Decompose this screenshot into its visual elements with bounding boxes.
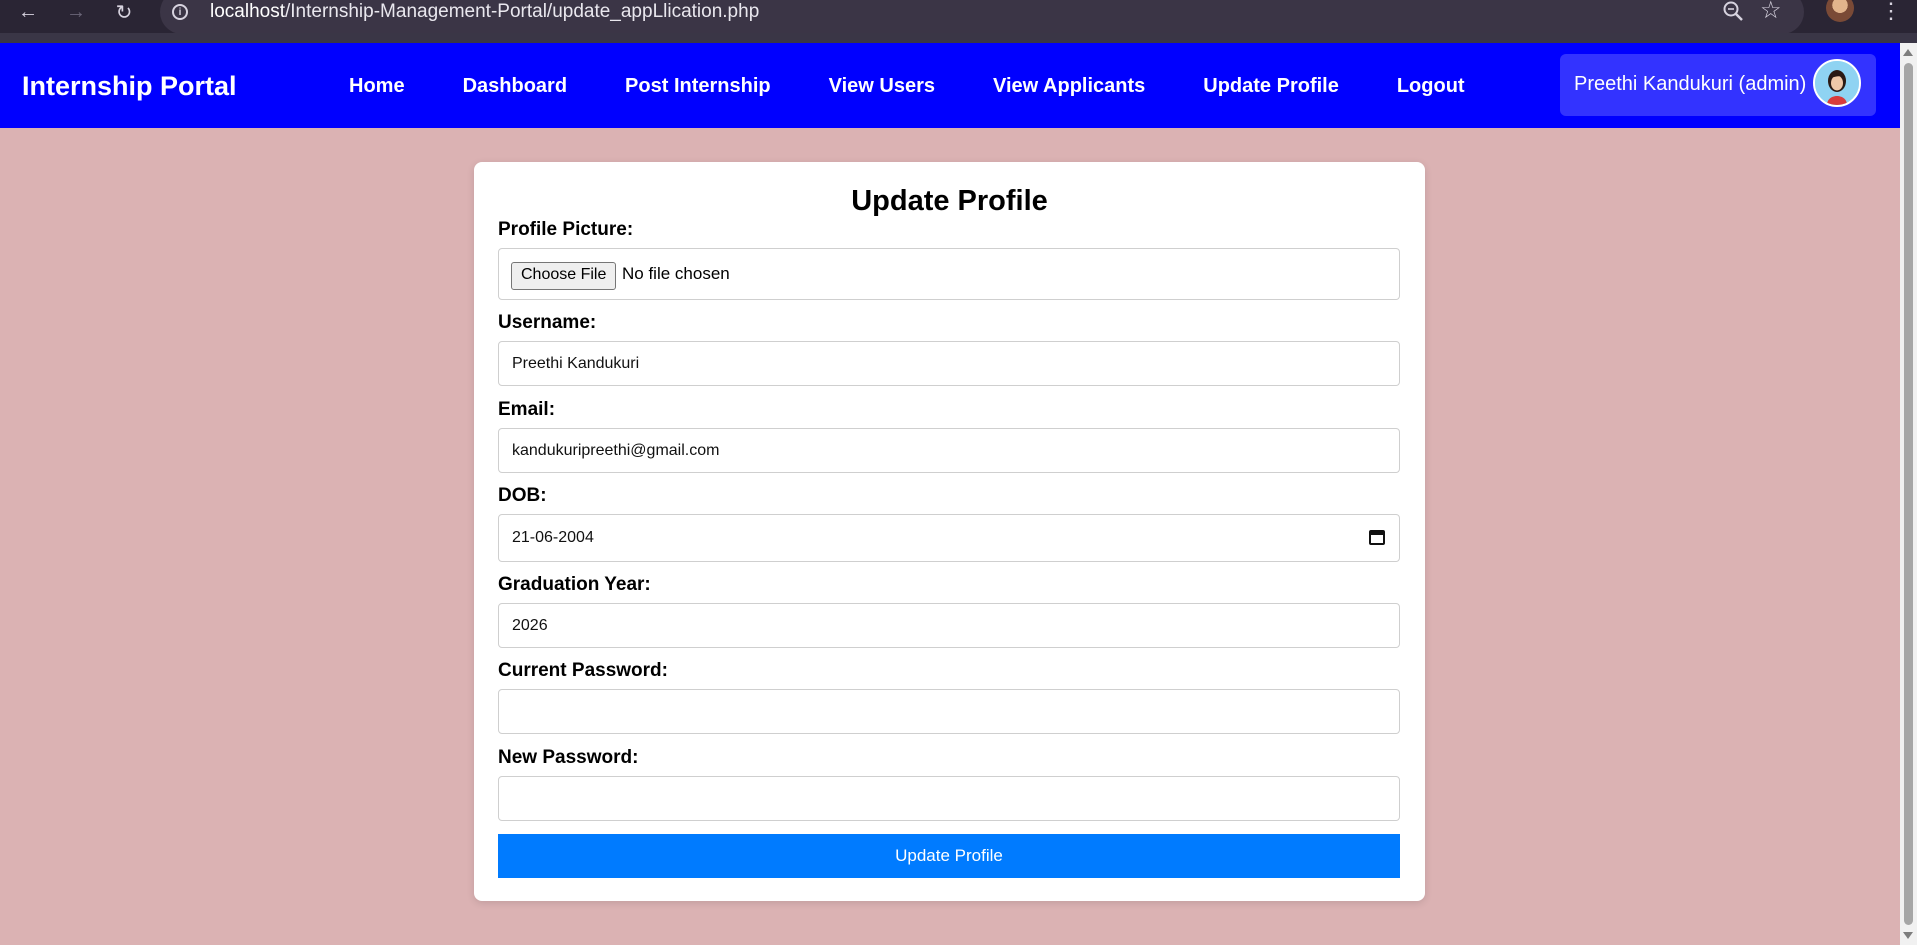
browser-menu-icon[interactable]: ⋮ <box>1880 0 1902 24</box>
scrollbar-thumb[interactable] <box>1904 63 1913 925</box>
bookmark-star-icon[interactable]: ☆ <box>1760 0 1782 25</box>
choose-file-button[interactable]: Choose File <box>511 262 617 290</box>
address-bar[interactable]: i localhost/Internship-Management-Portal… <box>160 0 1804 34</box>
dob-value: 21-06-2004 <box>512 529 594 546</box>
graduation-year-field[interactable]: 2026 <box>498 603 1400 648</box>
user-profile-chip[interactable]: Preethi Kandukuri (admin) <box>1560 54 1876 116</box>
profile-picture-input[interactable]: Choose File No file chosen <box>498 248 1400 300</box>
new-password-label: New Password: <box>498 747 639 768</box>
url-path: /Internship-Management-Portal/update_app… <box>285 1 760 22</box>
file-status-text: No file chosen <box>622 264 730 283</box>
nav-link-view-users[interactable]: View Users <box>829 75 935 98</box>
dob-label: DOB: <box>498 485 547 506</box>
profile-picture-label: Profile Picture: <box>498 219 634 240</box>
email-label: Email: <box>498 399 556 420</box>
update-profile-button[interactable]: Update Profile <box>498 834 1400 878</box>
user-name-label: Preethi Kandukuri (admin) <box>1574 73 1807 95</box>
forward-arrow-icon[interactable]: → <box>62 0 90 24</box>
nav-link-home[interactable]: Home <box>349 75 405 98</box>
site-info-icon[interactable]: i <box>172 4 188 20</box>
browser-toolbar: ← → ↻ i localhost/Internship-Management-… <box>0 0 1917 43</box>
nav-link-view-applicants[interactable]: View Applicants <box>993 75 1145 98</box>
nav-links: Home Dashboard Post Internship View User… <box>349 75 1523 98</box>
page-title: Update Profile <box>851 185 1048 217</box>
page-scrollbar[interactable] <box>1900 43 1917 945</box>
username-label: Username: <box>498 312 597 333</box>
zoom-icon[interactable] <box>1721 0 1747 24</box>
nav-link-dashboard[interactable]: Dashboard <box>463 75 567 98</box>
nav-link-update-profile[interactable]: Update Profile <box>1203 75 1339 98</box>
scroll-down-arrow-icon[interactable] <box>1903 932 1913 939</box>
nav-link-post-internship[interactable]: Post Internship <box>625 75 771 98</box>
browser-profile-avatar[interactable] <box>1826 0 1854 22</box>
email-field[interactable]: kandukuripreethi@gmail.com <box>498 428 1400 473</box>
scroll-up-arrow-icon[interactable] <box>1903 49 1913 56</box>
nav-link-logout[interactable]: Logout <box>1397 75 1465 98</box>
toolbar-divider <box>0 33 1917 43</box>
brand-title[interactable]: Internship Portal <box>22 71 237 102</box>
username-field[interactable]: Preethi Kandukuri <box>498 341 1400 386</box>
current-password-label: Current Password: <box>498 660 668 681</box>
dob-field[interactable]: 21-06-2004 <box>498 514 1400 562</box>
update-profile-card: Update Profile Profile Picture: Choose F… <box>474 162 1425 901</box>
new-password-field[interactable] <box>498 776 1400 821</box>
graduation-year-label: Graduation Year: <box>498 574 651 595</box>
current-password-field[interactable] <box>498 689 1400 734</box>
address-url[interactable]: localhost/Internship-Management-Portal/u… <box>210 1 759 23</box>
url-host: localhost <box>210 1 285 22</box>
back-arrow-icon[interactable]: ← <box>14 0 42 24</box>
app-navbar: Internship Portal Home Dashboard Post In… <box>0 43 1900 128</box>
reload-icon[interactable]: ↻ <box>110 0 138 24</box>
calendar-icon[interactable] <box>1369 530 1385 545</box>
user-avatar[interactable] <box>1813 59 1861 107</box>
